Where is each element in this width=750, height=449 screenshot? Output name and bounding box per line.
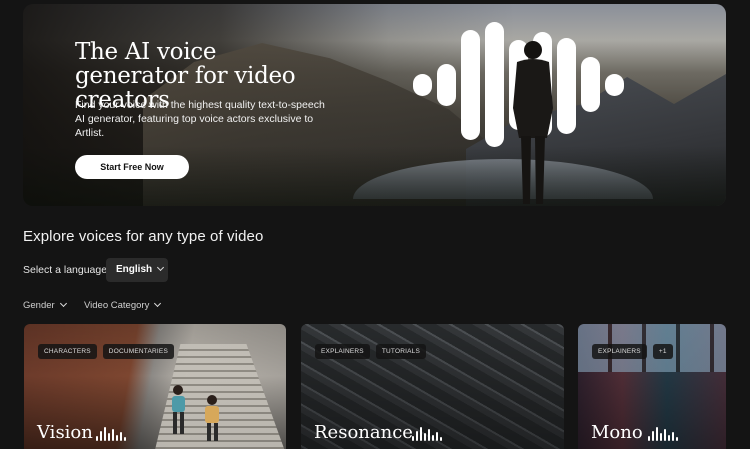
chevron-down-icon: [59, 299, 67, 308]
card-tags: EXPLAINERS TUTORIALS: [315, 344, 426, 359]
tag: EXPLAINERS: [315, 344, 370, 359]
hero-description: Find your voice with the highest quality…: [75, 99, 325, 139]
hero-banner: The AI voice generator for video creator…: [23, 4, 726, 206]
voice-card-vision[interactable]: CHARACTERS DOCUMENTARIES Vision: [24, 324, 286, 449]
chevron-down-icon: [154, 299, 162, 308]
language-value: English: [116, 264, 153, 275]
voice-card-mono[interactable]: EXPLAINERS +1 Mono: [578, 324, 726, 449]
card-image-figures: [172, 385, 219, 441]
language-label: Select a language: [23, 264, 108, 276]
gender-filter[interactable]: Gender: [23, 299, 67, 311]
voice-name: Resonance: [314, 422, 413, 443]
tag: +1: [652, 344, 673, 359]
voice-name: Vision: [37, 422, 93, 443]
video-category-filter-label: Video Category: [84, 300, 150, 311]
video-category-filter[interactable]: Video Category: [84, 299, 162, 311]
tag: CHARACTERS: [38, 344, 97, 359]
sound-wave-icon: [96, 427, 126, 441]
sound-wave-icon: [648, 427, 678, 441]
voice-name: Mono: [591, 422, 643, 443]
language-select[interactable]: English: [106, 258, 168, 282]
voice-card-resonance[interactable]: EXPLAINERS TUTORIALS Resonance: [301, 324, 564, 449]
hero-person-silhouette: [513, 41, 553, 204]
gender-filter-label: Gender: [23, 300, 55, 311]
sound-wave-icon: [412, 427, 442, 441]
tag: TUTORIALS: [375, 344, 426, 359]
section-title: Explore voices for any type of video: [23, 228, 264, 245]
start-free-button[interactable]: Start Free Now: [75, 155, 189, 179]
chevron-down-icon: [157, 263, 165, 272]
card-tags: EXPLAINERS +1: [592, 344, 673, 359]
card-tags: CHARACTERS DOCUMENTARIES: [38, 344, 174, 359]
tag: DOCUMENTARIES: [102, 344, 174, 359]
tag: EXPLAINERS: [592, 344, 647, 359]
